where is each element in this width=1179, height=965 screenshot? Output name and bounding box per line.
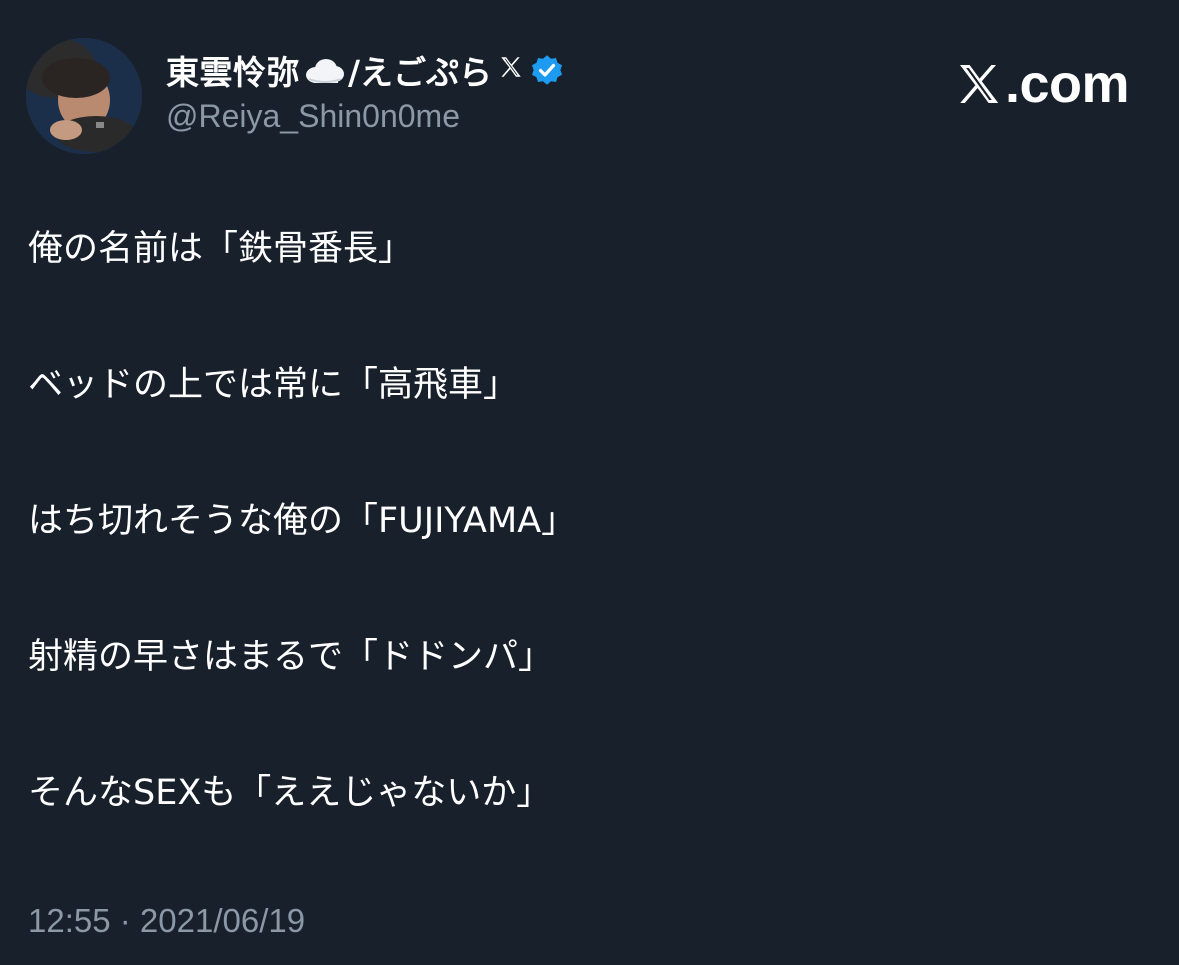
author-name-row[interactable]: 東雲怜弥 /えごぷら xyxy=(166,48,564,92)
verified-badge-icon xyxy=(530,53,564,87)
avatar-image xyxy=(26,38,142,154)
tweet-text: 俺の名前は「鉄骨番長」 ベッドの上では常に「高飛車」 はち切れそうな俺の「FUJ… xyxy=(28,220,1148,900)
author-handle[interactable]: @Reiya_Shin0n0me xyxy=(166,98,460,135)
x-logo-icon xyxy=(498,54,524,87)
brand-domain-text: .com xyxy=(1004,54,1130,114)
tweet-header: 東雲怜弥 /えごぷら @Reiya_Shin0n0me .com xyxy=(0,0,1179,170)
x-logo-icon xyxy=(959,65,999,103)
tweet-line: 射精の早さはまるで「ドドンパ」 xyxy=(28,637,554,677)
cloud-icon xyxy=(304,55,346,85)
tweet-timestamp[interactable]: 12:55 · 2021/06/19 xyxy=(28,902,305,940)
tweet-line: 俺の名前は「鉄骨番長」 xyxy=(28,229,414,269)
tweet-line: ベッドの上では常に「高飛車」 xyxy=(28,365,519,405)
tweet-line: そんなSEXも「ええじゃないか」 xyxy=(28,773,552,813)
tweet-line: はち切れそうな俺の「FUJIYAMA」 xyxy=(28,501,577,541)
author-name-suffix[interactable]: /えごぷら xyxy=(348,46,492,94)
avatar[interactable] xyxy=(26,38,142,154)
author-display-name[interactable]: 東雲怜弥 xyxy=(166,46,300,94)
brand-watermark: .com xyxy=(955,52,1130,116)
